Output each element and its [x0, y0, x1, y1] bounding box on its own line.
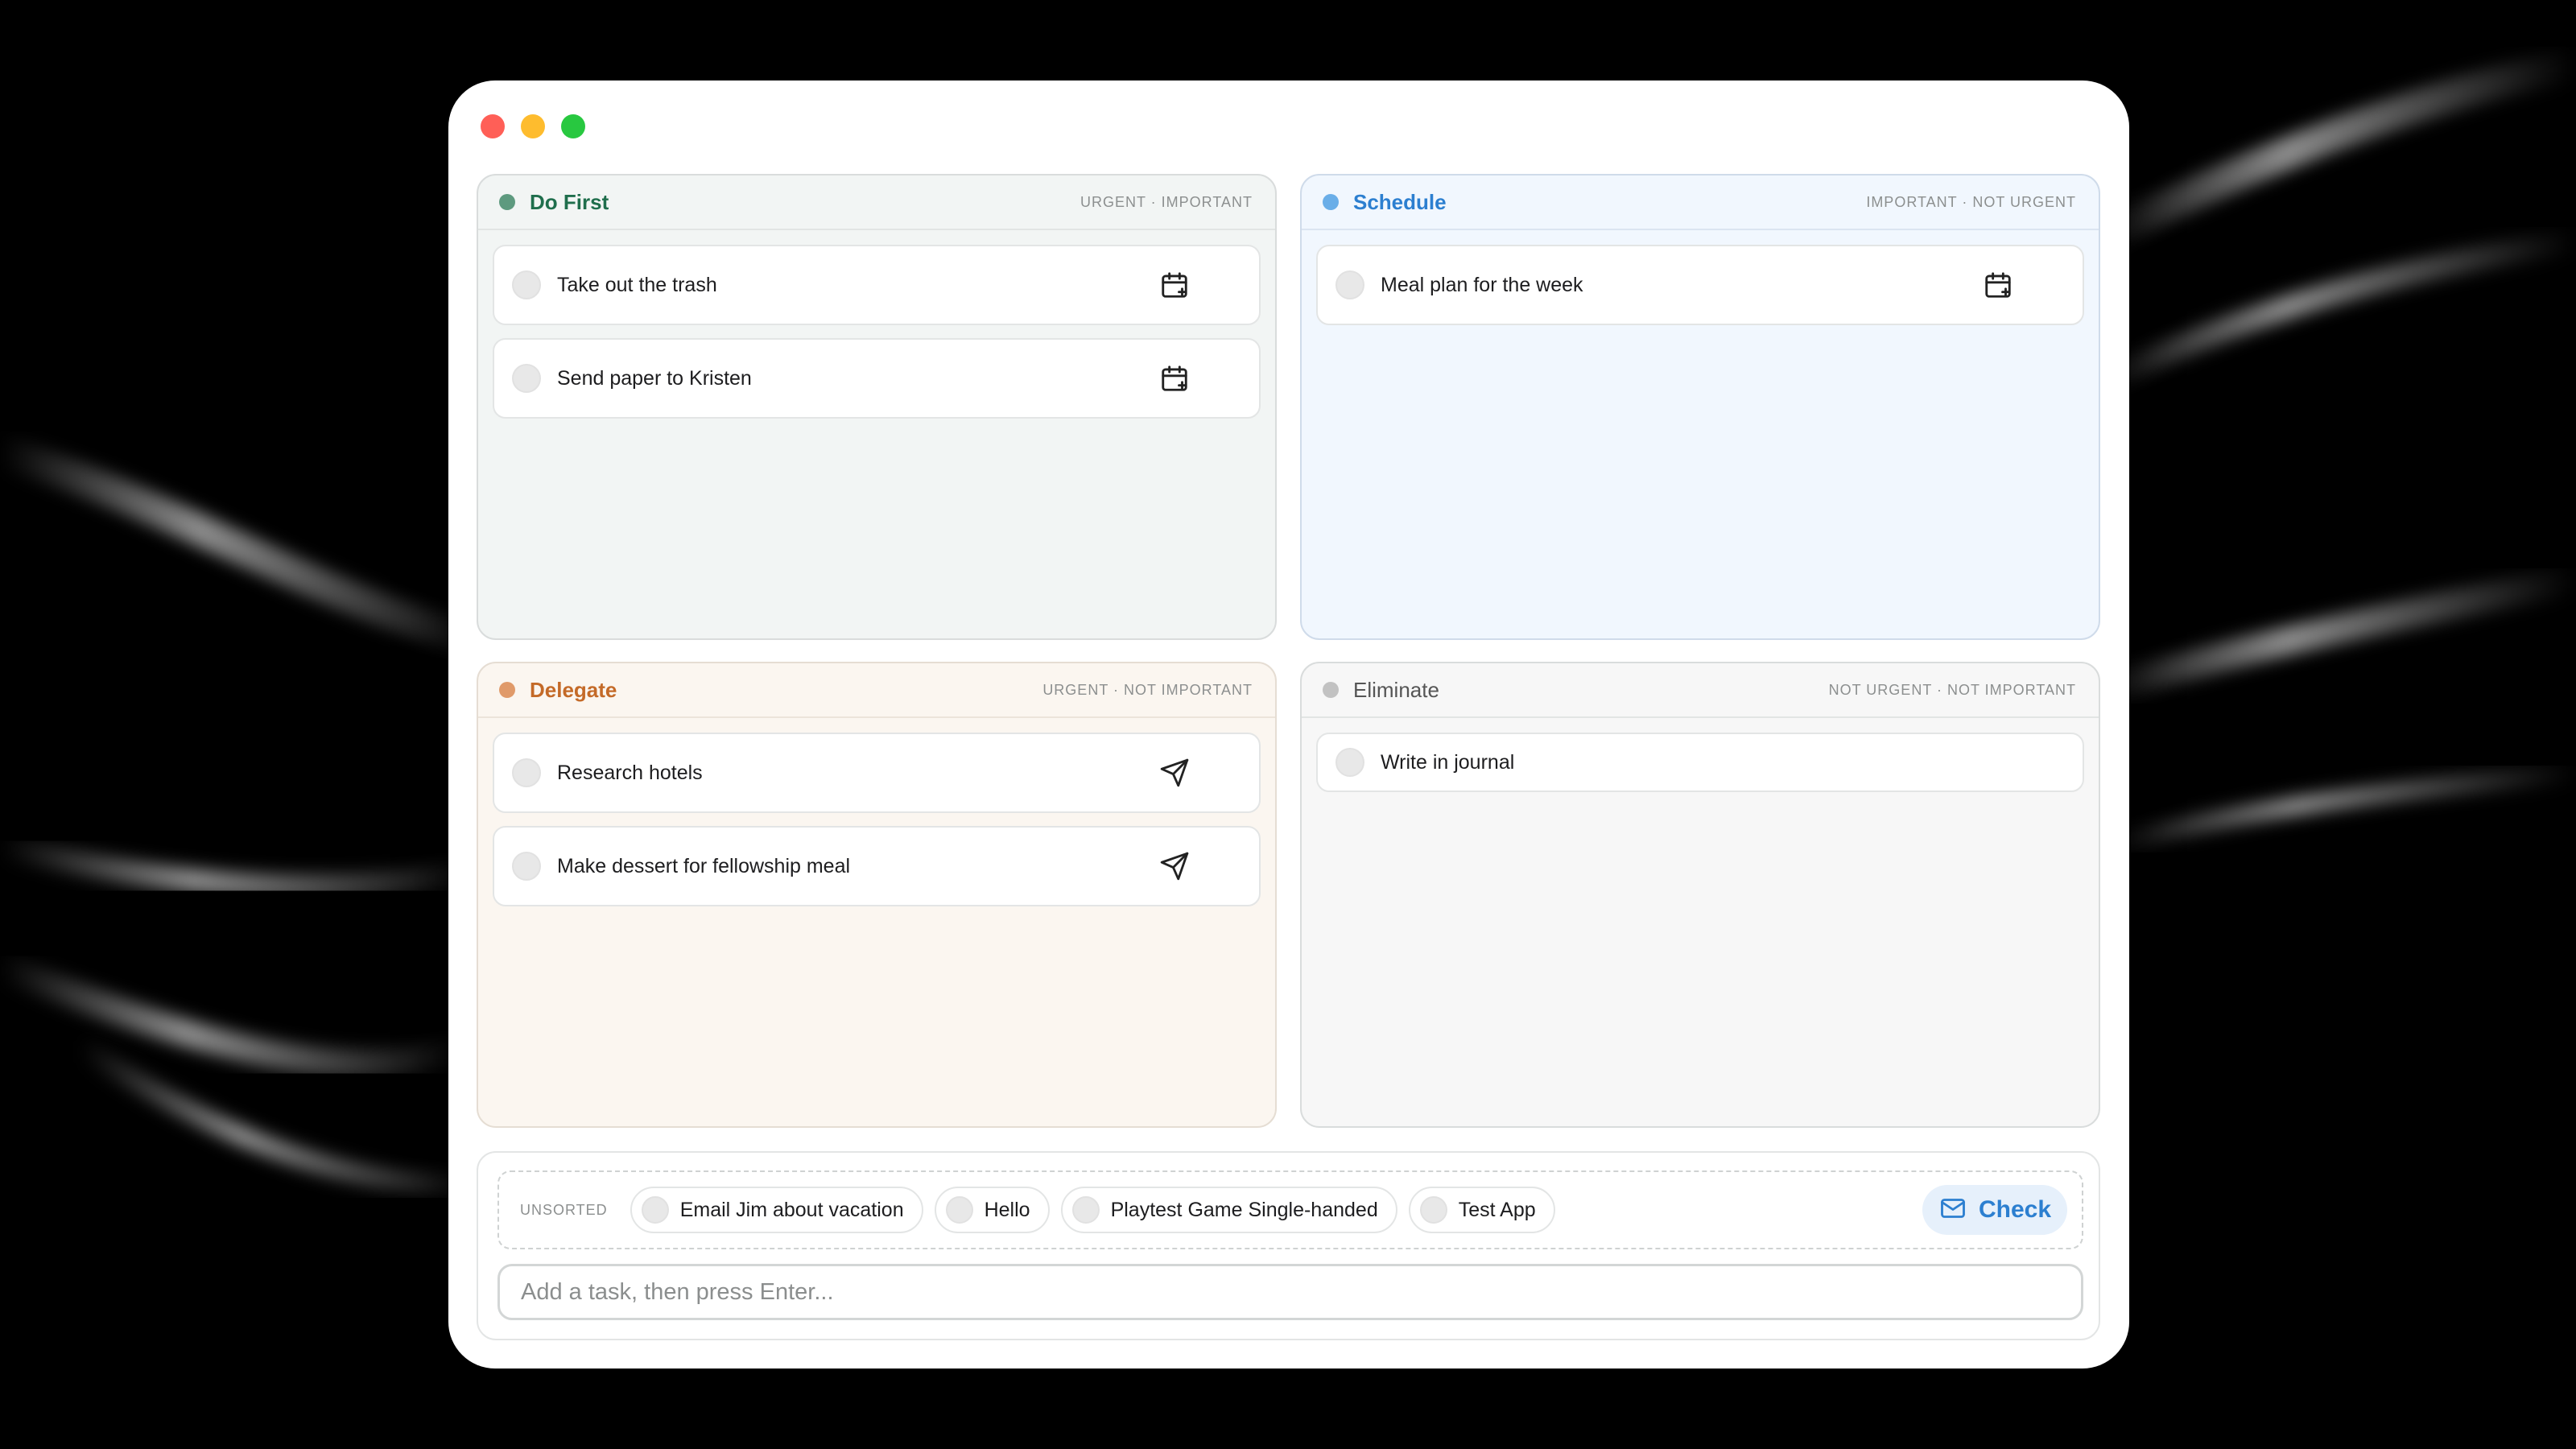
chip-label: Playtest Game Single-handed [1110, 1198, 1378, 1221]
app-window: Do First URGENT · IMPORTANT Take out the… [448, 80, 2129, 1368]
unsorted-label: UNSORTED [520, 1201, 608, 1218]
task-label: Make dessert for fellowship meal [557, 854, 851, 877]
quadrant-subtitle: URGENT · IMPORTANT [1080, 193, 1253, 210]
quadrant-header: Do First URGENT · IMPORTANT [478, 175, 1275, 230]
task-item[interactable]: Make dessert for fellowship meal [493, 826, 1261, 906]
task-checkbox[interactable] [1335, 270, 1364, 299]
quadrant-dot-icon [499, 682, 515, 698]
quadrant-dot-icon [1323, 194, 1339, 210]
quadrant-do-first: Do First URGENT · IMPORTANT Take out the… [477, 174, 1277, 640]
mail-icon [1938, 1194, 1967, 1227]
unsorted-chip[interactable]: Hello [934, 1187, 1050, 1233]
task-checkbox[interactable] [512, 364, 541, 393]
add-task-input[interactable] [497, 1264, 2083, 1320]
quadrant-dot-icon [499, 194, 515, 210]
maximize-window-button[interactable] [561, 114, 585, 138]
task-checkbox[interactable] [1419, 1196, 1447, 1224]
quadrant-title: Delegate [530, 677, 617, 702]
task-item[interactable]: Meal plan for the week [1316, 245, 2084, 325]
quadrant-header: Eliminate NOT URGENT · NOT IMPORTANT [1302, 663, 2099, 718]
quadrant-delegate: Delegate URGENT · NOT IMPORTANT Research… [477, 662, 1277, 1128]
task-label: Send paper to Kristen [557, 366, 752, 390]
check-button-label: Check [1978, 1196, 2051, 1223]
window-controls [481, 114, 585, 138]
task-label: Take out the trash [557, 273, 717, 296]
quadrant-subtitle: NOT URGENT · NOT IMPORTANT [1828, 681, 2076, 698]
calendar-plus-icon[interactable] [1983, 270, 2013, 300]
quadrant-schedule: Schedule IMPORTANT · NOT URGENT Meal pla… [1300, 174, 2100, 640]
task-item[interactable]: Write in journal [1316, 733, 2084, 792]
task-label: Research hotels [557, 761, 703, 784]
task-item[interactable]: Take out the trash [493, 245, 1261, 325]
quadrant-subtitle: URGENT · NOT IMPORTANT [1042, 681, 1253, 698]
task-checkbox[interactable] [512, 852, 541, 881]
minimize-window-button[interactable] [521, 114, 545, 138]
calendar-plus-icon[interactable] [1159, 363, 1190, 394]
quadrant-dot-icon [1323, 682, 1339, 698]
task-checkbox[interactable] [1071, 1196, 1100, 1224]
unsorted-chip[interactable]: Test App [1408, 1187, 1555, 1233]
close-window-button[interactable] [481, 114, 505, 138]
quadrant-subtitle: IMPORTANT · NOT URGENT [1866, 193, 2076, 210]
chip-label: Test App [1458, 1198, 1536, 1221]
task-item[interactable]: Send paper to Kristen [493, 338, 1261, 419]
task-checkbox[interactable] [512, 270, 541, 299]
task-item[interactable]: Research hotels [493, 733, 1261, 813]
task-label: Meal plan for the week [1381, 273, 1583, 296]
unsorted-chip[interactable]: Email Jim about vacation [630, 1187, 923, 1233]
send-icon[interactable] [1159, 851, 1190, 881]
task-checkbox[interactable] [1335, 748, 1364, 777]
task-checkbox[interactable] [512, 758, 541, 787]
task-checkbox[interactable] [641, 1196, 669, 1224]
chip-label: Email Jim about vacation [679, 1198, 904, 1221]
quadrant-header: Schedule IMPORTANT · NOT URGENT [1302, 175, 2099, 230]
calendar-plus-icon[interactable] [1159, 270, 1190, 300]
quadrant-title: Eliminate [1353, 677, 1439, 702]
chip-label: Hello [984, 1198, 1030, 1221]
task-checkbox[interactable] [945, 1196, 973, 1224]
unsorted-tray: UNSORTED Email Jim about vacation Hello … [497, 1170, 2083, 1249]
check-mail-button[interactable]: Check [1922, 1185, 2067, 1235]
quadrant-title: Schedule [1353, 189, 1447, 214]
quadrant-header: Delegate URGENT · NOT IMPORTANT [478, 663, 1275, 718]
unsorted-chip[interactable]: Playtest Game Single-handed [1060, 1187, 1397, 1233]
quadrant-title: Do First [530, 189, 609, 214]
task-label: Write in journal [1381, 750, 1515, 774]
bottom-panel: UNSORTED Email Jim about vacation Hello … [477, 1151, 2100, 1340]
quadrant-eliminate: Eliminate NOT URGENT · NOT IMPORTANT Wri… [1300, 662, 2100, 1128]
send-icon[interactable] [1159, 758, 1190, 788]
